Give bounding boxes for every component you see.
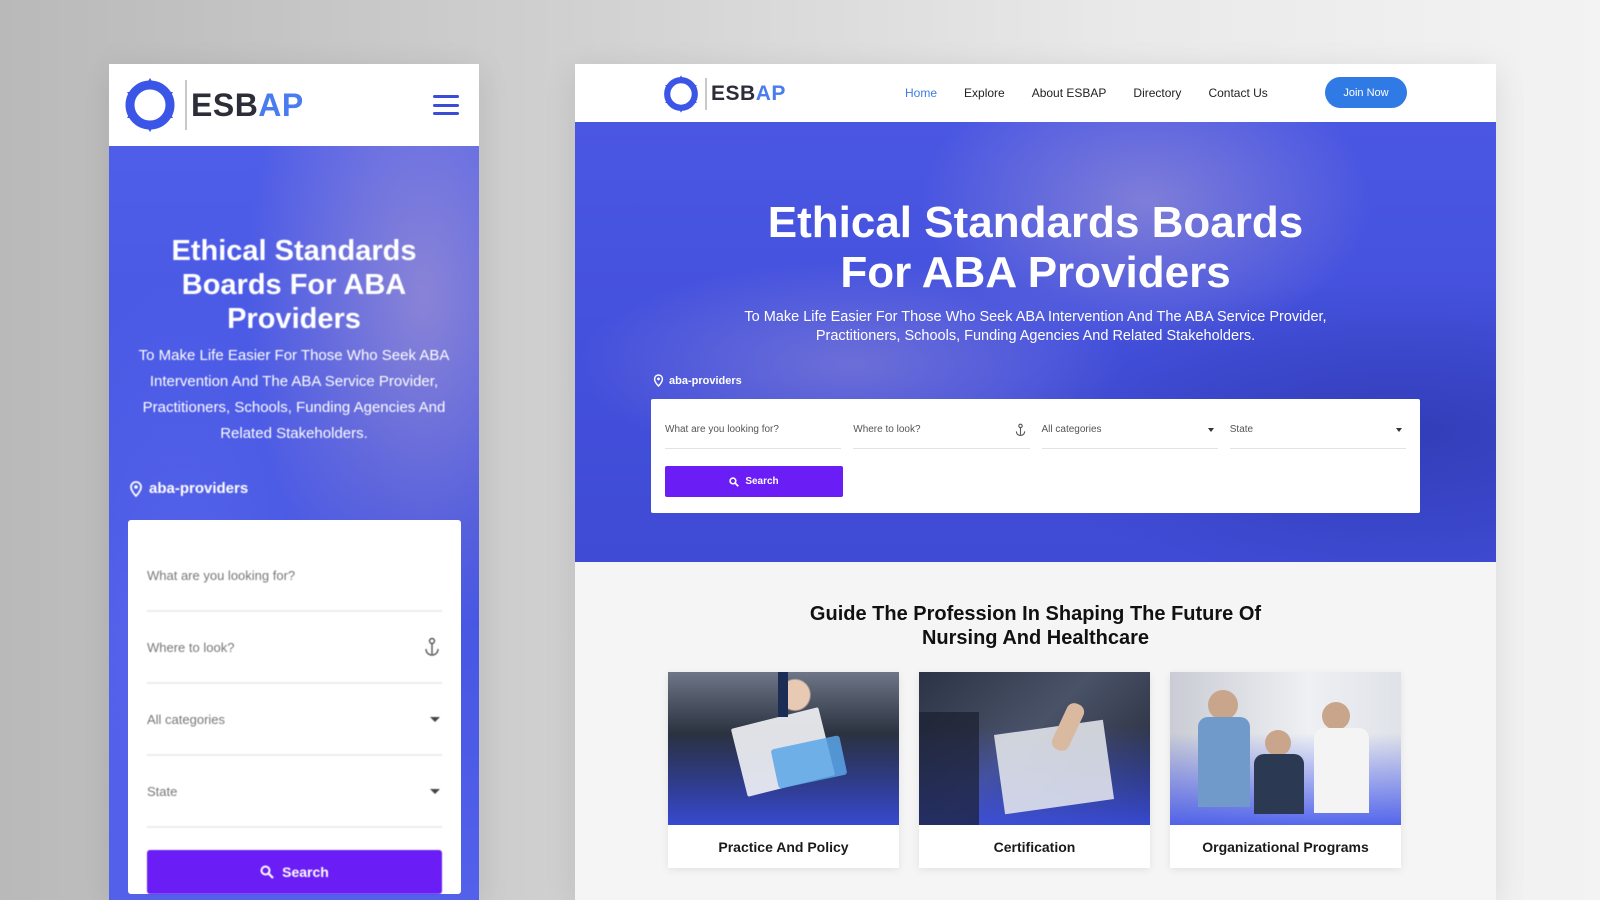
location-pin-icon: [653, 374, 664, 387]
logo-text: ESBAP: [191, 86, 304, 123]
logo[interactable]: ESBAP: [121, 76, 304, 134]
join-now-button[interactable]: Join Now: [1325, 77, 1407, 108]
what-placeholder: What are you looking for?: [665, 424, 779, 435]
desktop-mockup: ESBAP Home Explore About ESBAP Directory…: [575, 64, 1496, 900]
logo-star-icon: [121, 76, 179, 134]
anchor-icon: [425, 637, 439, 656]
chevron-down-icon: [1396, 427, 1402, 432]
location-tag-label: aba-providers: [669, 374, 742, 387]
section-title-line1: Guide The Profession In Shaping The Futu…: [809, 603, 1262, 625]
nav-explore[interactable]: Explore: [964, 86, 1005, 100]
mobile-header: ESBAP: [109, 64, 479, 146]
state-select[interactable]: State: [1229, 411, 1406, 449]
category-value: All categories: [147, 711, 226, 727]
section-title: Guide The Profession In Shaping The Futu…: [755, 602, 1316, 650]
hero-subtitle: To Make Life Easier For Those Who Seek A…: [725, 308, 1346, 346]
service-card-practice[interactable]: Practice And Policy: [668, 672, 899, 868]
hero-subtitle: To Make Life Easier For Those Who Seek A…: [138, 347, 450, 442]
nav-home[interactable]: Home: [905, 86, 937, 100]
search-button[interactable]: Search: [665, 466, 843, 497]
practice-photo: [668, 672, 899, 825]
hero-title-line2: For ABA Providers: [840, 248, 1231, 297]
main-nav: Home Explore About ESBAP Directory Conta…: [905, 64, 1268, 122]
hero-subtitle-line2: Practitioners, Schools, Funding Agencies…: [815, 328, 1256, 344]
category-value: All categories: [1041, 424, 1102, 435]
mobile-search-card: What are you looking for? Where to look?…: [128, 520, 461, 894]
location-tag[interactable]: aba-providers: [653, 374, 742, 387]
where-placeholder: Where to look?: [853, 424, 921, 435]
state-value: State: [147, 783, 178, 799]
service-card-certification[interactable]: Certification: [919, 672, 1150, 868]
hero-title: Ethical Standards Boards For ABA Provide…: [575, 198, 1496, 298]
service-cards: Practice And Policy Certification Organi…: [668, 672, 1401, 868]
certification-photo: [919, 672, 1150, 825]
logo[interactable]: ESBAP: [661, 74, 786, 114]
desktop-search-card: What are you looking for? Where to look?…: [651, 399, 1420, 513]
service-card-label: Practice And Policy: [718, 838, 849, 855]
nav-contact[interactable]: Contact Us: [1208, 86, 1267, 100]
service-card-organizational[interactable]: Organizational Programs: [1170, 672, 1401, 868]
logo-divider: [705, 78, 707, 110]
state-select[interactable]: State: [147, 756, 442, 828]
anchor-icon: [1015, 423, 1025, 436]
chevron-down-icon: [430, 788, 440, 794]
location-tag[interactable]: aba-providers: [129, 480, 248, 497]
nav-directory[interactable]: Directory: [1133, 86, 1181, 100]
where-input[interactable]: Where to look?: [853, 411, 1030, 449]
logo-text: ESBAP: [711, 82, 786, 105]
logo-star-icon: [661, 74, 701, 114]
hero-title-line1: Ethical Standards Boards: [767, 198, 1304, 247]
chevron-down-icon: [430, 716, 440, 722]
desktop-hero: Ethical Standards Boards For ABA Provide…: [575, 122, 1496, 562]
search-button-label: Search: [745, 476, 779, 487]
where-input[interactable]: Where to look?: [147, 612, 442, 684]
organizational-photo: [1170, 672, 1401, 825]
what-input[interactable]: What are you looking for?: [665, 411, 842, 449]
nav-about[interactable]: About ESBAP: [1032, 86, 1107, 100]
logo-divider: [185, 80, 187, 130]
search-button[interactable]: Search: [147, 850, 442, 894]
chevron-down-icon: [1207, 427, 1214, 432]
search-button-label: Search: [282, 864, 329, 880]
state-value: State: [1229, 424, 1254, 435]
location-pin-icon: [130, 480, 142, 497]
where-placeholder: Where to look?: [147, 639, 235, 655]
search-icon: [260, 865, 274, 879]
mobile-hero: Ethical Standards Boards For ABA Provide…: [109, 146, 479, 900]
category-select[interactable]: All categories: [1041, 411, 1218, 449]
desktop-header: ESBAP Home Explore About ESBAP Directory…: [575, 64, 1496, 122]
mobile-mockup: ESBAP Ethical Standards Boards For ABA P…: [109, 64, 479, 900]
hamburger-icon[interactable]: [433, 95, 459, 115]
service-card-label: Organizational Programs: [1202, 838, 1369, 855]
location-tag-label: aba-providers: [149, 480, 249, 497]
what-input[interactable]: What are you looking for?: [147, 540, 442, 612]
service-card-label: Certification: [993, 838, 1076, 855]
what-placeholder: What are you looking for?: [147, 567, 296, 583]
search-icon: [729, 476, 740, 487]
section-title-line2: Nursing And Healthcare: [921, 627, 1150, 649]
hero-title: Ethical Standards Boards For ABA Provide…: [171, 235, 417, 335]
hero-subtitle-line1: To Make Life Easier For Those Who Seek A…: [744, 309, 1327, 325]
category-select[interactable]: All categories: [147, 684, 442, 756]
